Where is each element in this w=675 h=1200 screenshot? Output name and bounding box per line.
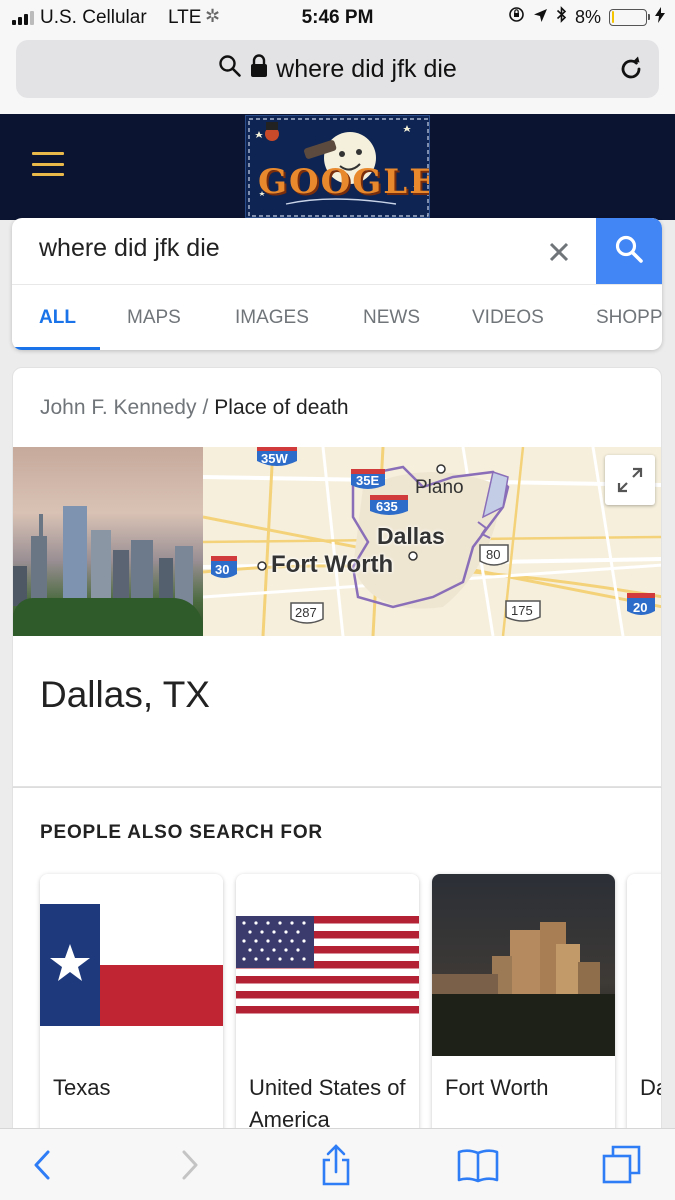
address-bar[interactable]: where did jfk die — [16, 40, 659, 98]
battery-icon — [609, 8, 650, 26]
map-label-plano: Plano — [415, 477, 464, 498]
pasf-item-dallas-texas[interactable]: Dall Texa — [627, 874, 661, 1146]
breadcrumb: John F. Kennedy / Place of death — [40, 396, 349, 420]
hamburger-menu-icon[interactable] — [32, 152, 64, 176]
place-title[interactable]: Dallas, TX — [40, 674, 210, 716]
pasf-label: Texas — [53, 1075, 111, 1100]
forward-icon[interactable] — [168, 1145, 212, 1185]
dallas-skyline-photo[interactable] — [13, 447, 203, 636]
search-card: ALL MAPS IMAGES NEWS VIDEOS SHOPP — [12, 218, 662, 350]
map-shield-35w-label: 35W — [261, 451, 288, 466]
battery-percent: 8% — [574, 6, 601, 27]
charging-bolt-icon — [655, 6, 665, 28]
reload-icon[interactable] — [617, 55, 645, 88]
us-flag-image — [236, 874, 419, 1056]
tab-all[interactable]: ALL — [39, 307, 76, 329]
map-label-dallas: Dallas — [377, 523, 445, 549]
map-label-fort-worth: Fort Worth — [271, 551, 394, 578]
breadcrumb-separator: / — [202, 396, 209, 419]
map-shield-635-label: 635 — [376, 499, 398, 514]
map-shield-20-label: 20 — [633, 600, 648, 615]
search-button[interactable] — [596, 218, 662, 284]
tab-maps[interactable]: MAPS — [127, 307, 181, 329]
pasf-item-texas[interactable]: Texas — [40, 874, 223, 1146]
pasf-item-usa[interactable]: United States of America — [236, 874, 419, 1146]
map-preview[interactable]: 35W 35E 635 30 80 287 175 20 Plano Dalla… — [203, 447, 661, 636]
pasf-label: Dall Texa — [640, 1075, 661, 1100]
bluetooth-icon — [556, 6, 567, 28]
tab-images[interactable]: IMAGES — [235, 307, 309, 329]
share-icon[interactable] — [314, 1144, 358, 1186]
google-header: GOOGLE — [0, 114, 675, 220]
browser-toolbar — [0, 1128, 675, 1200]
section-title: PEOPLE ALSO SEARCH FOR — [40, 822, 323, 843]
texas-flag-image — [40, 874, 223, 1056]
active-tab-indicator — [12, 347, 100, 350]
pasf-label: Fort Worth — [445, 1075, 549, 1100]
tab-shopping[interactable]: SHOPP — [596, 307, 662, 329]
doodle-logo-text: GOOGLE — [258, 162, 430, 202]
fort-worth-photo — [432, 874, 615, 1056]
status-bar: U.S. Cellular LTE ✲ 5:46 PM 8% — [0, 0, 675, 36]
dallas-photo — [627, 874, 661, 1056]
location-arrow-icon — [533, 7, 548, 28]
status-right-group: 8% — [508, 6, 665, 28]
expand-map-icon[interactable] — [605, 455, 655, 505]
knowledge-card: John F. Kennedy / Place of death 35W 35E… — [12, 367, 662, 787]
tabs-icon[interactable] — [600, 1145, 644, 1185]
search-input[interactable] — [39, 234, 519, 263]
google-doodle[interactable]: GOOGLE — [245, 115, 430, 218]
bookmarks-icon[interactable] — [456, 1145, 500, 1185]
map-shield-175-label: 175 — [511, 603, 533, 618]
url-text: where did jfk die — [276, 54, 457, 83]
search-tabs: ALL MAPS IMAGES NEWS VIDEOS SHOPP — [12, 284, 662, 350]
map-shield-35e-label: 35E — [356, 473, 380, 488]
map-shield-80-label: 80 — [486, 547, 501, 562]
map-shield-30-label: 30 — [215, 562, 230, 577]
pasf-item-fort-worth[interactable]: Fort Worth — [432, 874, 615, 1146]
battery-fill — [611, 11, 615, 23]
people-also-search-section: PEOPLE ALSO SEARCH FOR Texas United Stat… — [12, 787, 662, 1147]
search-icon — [614, 234, 644, 269]
pasf-label: United States of America — [249, 1075, 406, 1132]
breadcrumb-parent[interactable]: John F. Kennedy — [40, 396, 196, 419]
lock-icon — [250, 53, 268, 85]
orientation-lock-icon — [508, 6, 525, 28]
clear-search-icon[interactable] — [544, 237, 574, 267]
back-icon[interactable] — [20, 1145, 64, 1185]
browser-address-area: where did jfk die — [0, 36, 675, 114]
search-icon — [218, 54, 242, 85]
tab-videos[interactable]: VIDEOS — [472, 307, 544, 329]
map-shield-287-label: 287 — [295, 605, 317, 620]
breadcrumb-current: Place of death — [214, 396, 349, 419]
tab-news[interactable]: NEWS — [363, 307, 420, 329]
